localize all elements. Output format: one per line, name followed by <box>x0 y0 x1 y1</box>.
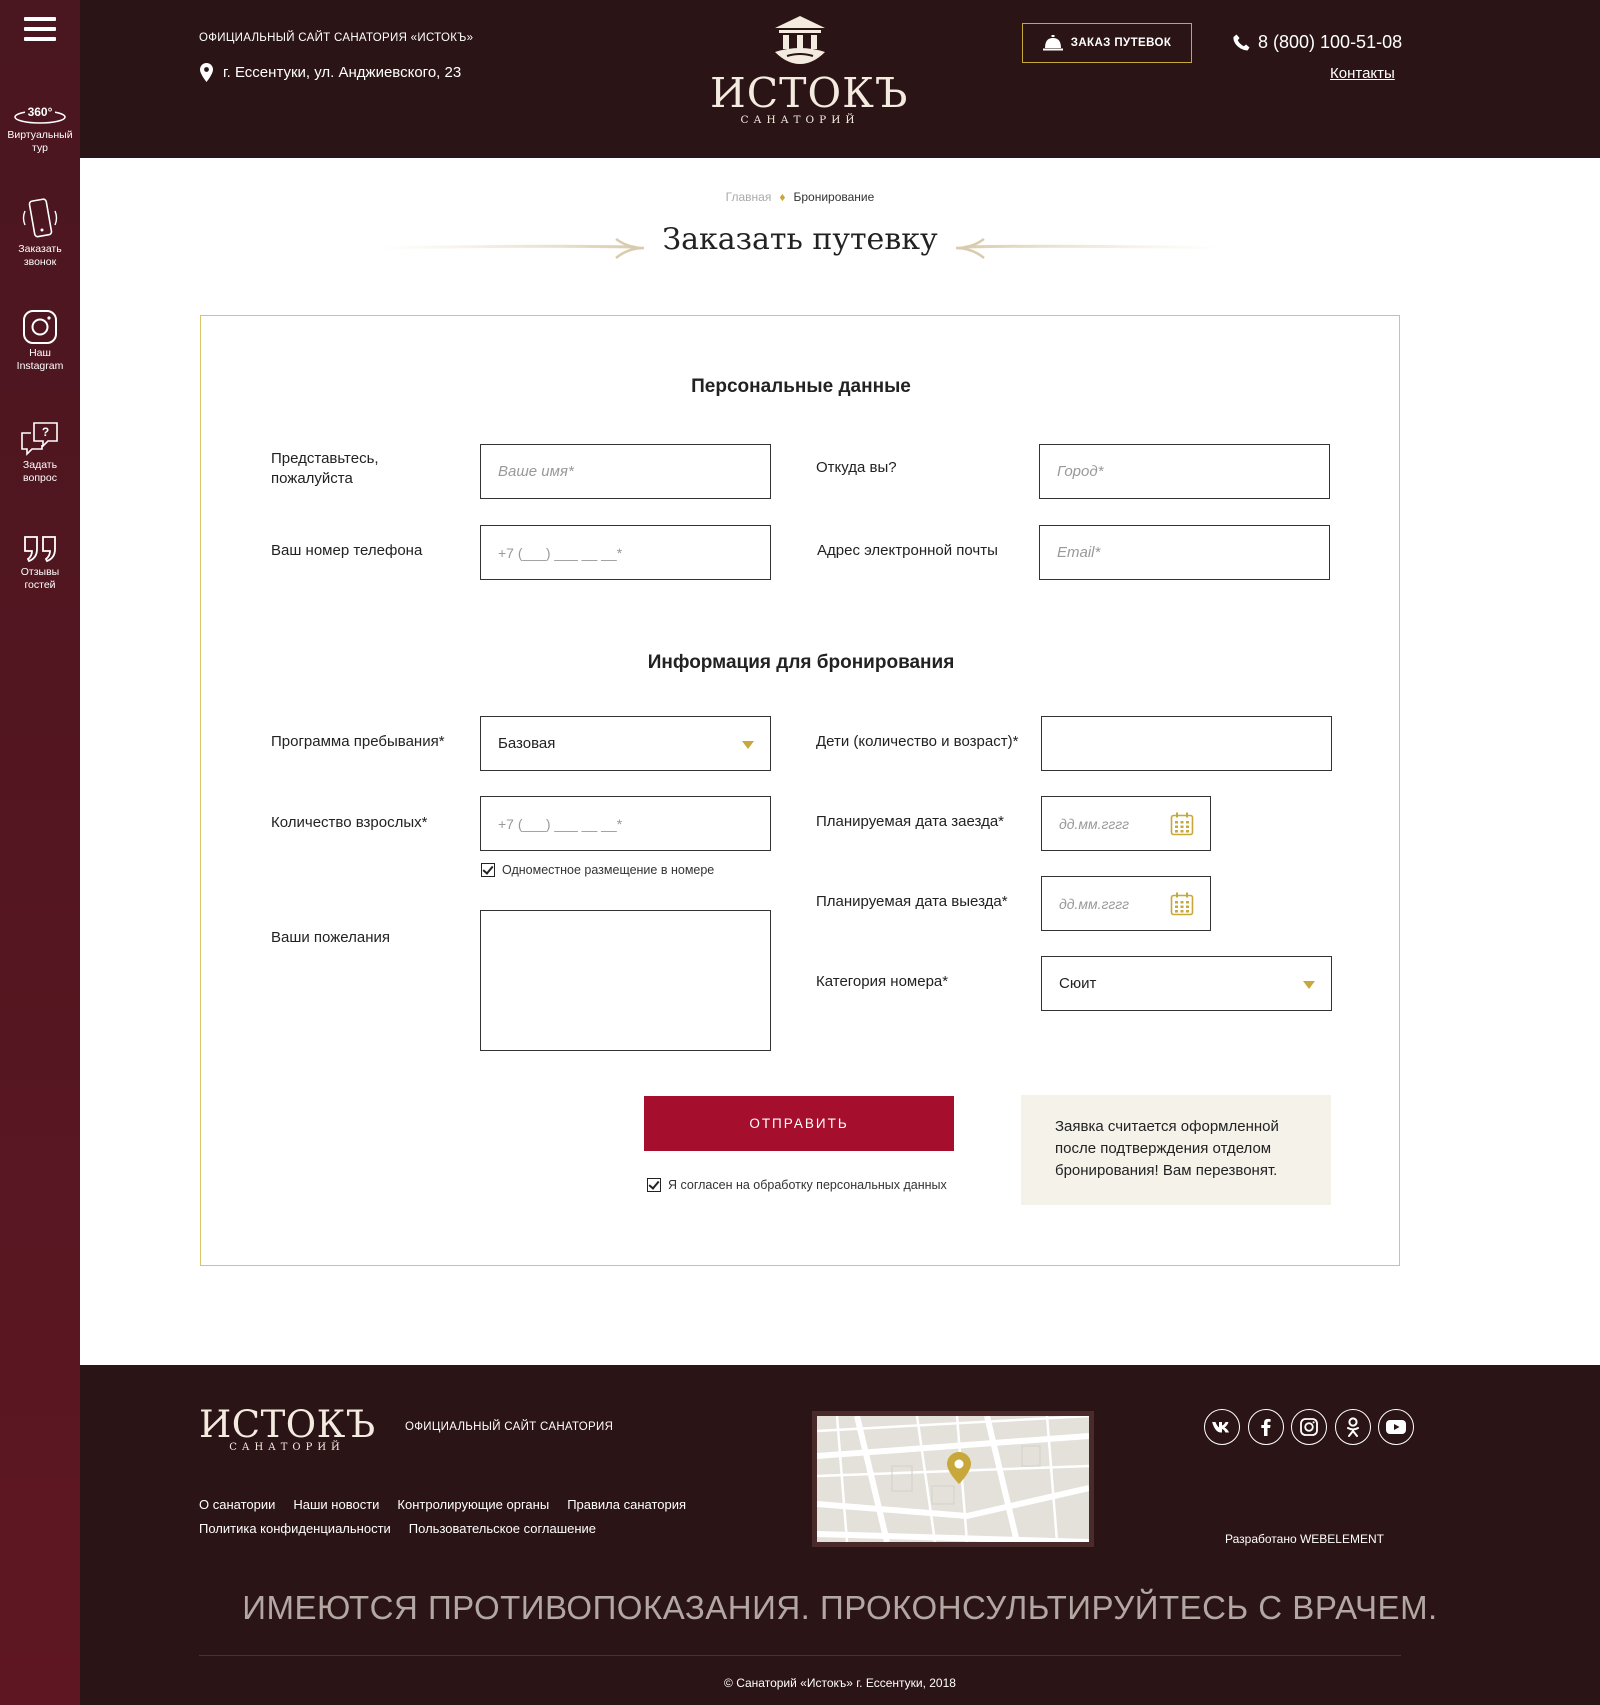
wishes-label: Ваши пожелания <box>271 929 390 946</box>
wishes-textarea[interactable] <box>480 910 771 1051</box>
program-value: Базовая <box>498 735 556 752</box>
order-tours-button[interactable]: Заказ путевок <box>1022 23 1192 63</box>
map-pin-icon <box>200 63 213 82</box>
breadcrumb-current: Бронирование <box>793 190 875 204</box>
map-marker-icon <box>947 1452 971 1484</box>
single-room-checkbox[interactable]: Одноместное размещение в номере <box>481 863 714 877</box>
rail-label: Задать вопрос <box>22 459 58 484</box>
rail-reviews[interactable]: Отзывы гостей <box>0 534 80 592</box>
category-label: Категория номера* <box>816 973 949 990</box>
menu-burger-icon[interactable] <box>24 17 56 41</box>
contacts-link[interactable]: Контакты <box>1330 65 1395 82</box>
checkbox-check-icon <box>481 863 495 877</box>
children-label: Дети (количество и возраст)* <box>816 733 1019 750</box>
breadcrumb-separator-icon: ♦ <box>779 190 786 204</box>
youtube-icon[interactable] <box>1378 1409 1414 1445</box>
address-text: г. Ессентуки, ул. Анджиевского, 23 <box>223 64 462 81</box>
checkin-date-input[interactable]: дд.мм.гггг <box>1041 796 1211 851</box>
checkin-label: Планируемая дата заезда* <box>816 813 1005 830</box>
developer-credit[interactable]: Разработано WEBELEMENT <box>1225 1532 1384 1546</box>
rail-virtual-tour[interactable]: 360° Виртуальный тур <box>0 103 80 155</box>
medical-warning: ИМЕЮТСЯ ПРОТИВОПОКАЗАНИЯ. ПРОКОНСУЛЬТИРУ… <box>242 1589 1438 1626</box>
instagram-icon[interactable] <box>1291 1409 1327 1445</box>
section-title-personal: Персональные данные <box>691 376 911 397</box>
site-header: Официальный сайт санатория «Истокъ» г. Е… <box>80 0 1600 158</box>
checkbox-check-icon <box>647 1178 661 1192</box>
footer-logo-name: ИСТОКЪ <box>199 1403 376 1446</box>
rail-label: Наш Instagram <box>16 347 64 372</box>
checkout-label: Планируемая дата выезда* <box>816 893 1008 910</box>
rail-instagram[interactable]: Наш Instagram <box>0 309 80 373</box>
question-chat-icon: ? <box>21 422 58 456</box>
city-label: Откуда вы? <box>816 459 897 476</box>
footer-link-about[interactable]: О санатории <box>199 1497 275 1512</box>
children-input[interactable] <box>1041 716 1332 771</box>
vk-icon[interactable] <box>1204 1409 1240 1445</box>
footer-link-authorities[interactable]: Контролирующие органы <box>397 1497 549 1512</box>
footer-map[interactable] <box>812 1411 1094 1547</box>
rail-label: Отзывы гостей <box>20 566 60 591</box>
consent-checkbox[interactable]: Я согласен на обработку персональных дан… <box>647 1178 947 1192</box>
category-value: Сюит <box>1059 975 1097 992</box>
program-label: Программа пребывания* <box>271 733 445 750</box>
360-tour-icon: 360° <box>14 105 66 124</box>
email-input[interactable]: Email* <box>1039 525 1330 580</box>
social-links <box>1204 1409 1422 1445</box>
reception-bell-icon <box>1042 35 1063 51</box>
name-input[interactable]: Ваше имя* <box>480 444 771 499</box>
chevron-down-icon <box>1303 981 1315 989</box>
svg-text:360°: 360° <box>28 105 53 119</box>
footer-link-news[interactable]: Наши новости <box>293 1497 379 1512</box>
address: г. Ессентуки, ул. Анджиевского, 23 <box>200 63 461 82</box>
instagram-icon <box>23 310 57 344</box>
name-label: Представьтесь, пожалуйста <box>271 450 379 487</box>
adults-label: Количество взрослых* <box>271 814 428 831</box>
rail-ask-question[interactable]: ? Задать вопрос <box>0 419 80 485</box>
category-select[interactable]: Сюит <box>1041 956 1332 1011</box>
phone-number: 8 (800) 100-51-08 <box>1258 32 1403 52</box>
booking-form: Персональные данные Представьтесь, пожалу… <box>200 315 1400 1266</box>
site-footer: ИСТОКЪ САНАТОРИЙ Официальный сайт санато… <box>80 1365 1600 1705</box>
quote-icon <box>24 536 56 563</box>
adults-input[interactable]: +7 (___) ___ __ __* <box>480 796 771 851</box>
footer-links-row-2: Политика конфиденциальности Пользователь… <box>199 1521 614 1536</box>
logo-name: ИСТОКЪ <box>710 69 909 117</box>
footer-link-privacy[interactable]: Политика конфиденциальности <box>199 1521 391 1536</box>
footer-divider <box>199 1655 1401 1656</box>
section-title-booking: Информация для бронирования <box>647 652 955 673</box>
chevron-down-icon <box>742 741 754 749</box>
footer-links-row-1: О санатории Наши новости Контролирующие … <box>199 1497 704 1512</box>
city-input[interactable]: Город* <box>1039 444 1330 499</box>
phone-icon <box>1233 34 1250 51</box>
footer-tagline: Официальный сайт санатория <box>405 1421 614 1433</box>
calendar-icon[interactable] <box>1170 892 1194 916</box>
booking-note: Заявка считается оформленной после подтв… <box>1021 1095 1331 1205</box>
facebook-icon[interactable] <box>1247 1409 1284 1445</box>
phone-input[interactable]: +7 (___) ___ __ __* <box>480 525 771 580</box>
footer-logo[interactable]: ИСТОКЪ САНАТОРИЙ <box>199 1403 376 1454</box>
header-phone[interactable]: 8 (800) 100-51-08 <box>1233 32 1402 53</box>
email-label: Адрес электронной почты <box>817 542 998 559</box>
program-select[interactable]: Базовая <box>480 716 771 771</box>
footer-link-rules[interactable]: Правила санатория <box>567 1497 686 1512</box>
odnoklassniki-icon[interactable] <box>1334 1409 1371 1445</box>
footer-link-terms[interactable]: Пользовательское соглашение <box>409 1521 596 1536</box>
site-tagline: Официальный сайт санатория «Истокъ» <box>199 32 474 44</box>
breadcrumb: Главная ♦ Бронирование <box>0 190 1600 204</box>
breadcrumb-home[interactable]: Главная <box>726 190 772 204</box>
checkout-date-input[interactable]: дд.мм.гггг <box>1041 876 1211 931</box>
svg-text:?: ? <box>42 425 49 439</box>
phone-label: Ваш номер телефона <box>271 542 423 559</box>
logo[interactable]: ИСТОКЪ САНАТОРИЙ <box>710 14 909 126</box>
submit-button[interactable]: Отправить <box>644 1096 954 1151</box>
copyright: © Санаторий «Истокъ» г. Ессентуки, 2018 <box>724 1676 956 1690</box>
page-title: Заказать путевку <box>662 222 938 257</box>
logo-emblem-icon <box>775 16 825 64</box>
rail-label: Виртуальный тур <box>7 129 73 154</box>
calendar-icon[interactable] <box>1170 812 1194 836</box>
